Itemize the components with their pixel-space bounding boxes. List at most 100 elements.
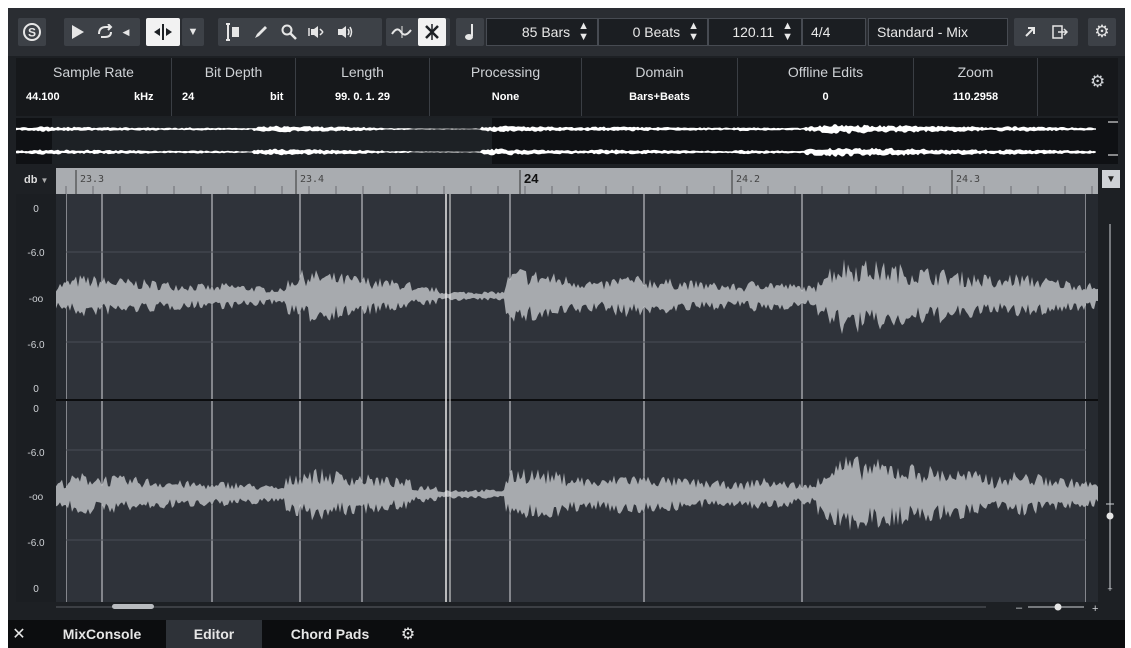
loop-icon [98,24,113,38]
ruler[interactable]: 23.3 23.4 24 24.2 24.3 [56,168,1098,194]
horizontal-zoom-handle[interactable] [1054,603,1062,611]
region-gap [1086,194,1098,602]
db-scale-label: db [24,174,38,186]
magnifier-icon [281,24,297,40]
grid-lines [56,194,1098,602]
info-label: Length [341,64,384,80]
preset-value: Standard - Mix [877,24,969,40]
info-value: 110.2958 [952,91,999,103]
tab-mixconsole[interactable]: MixConsole [38,620,166,648]
play-button[interactable] [66,18,90,46]
toolbar: S ◀ ▼ 85 Bars ▲ ▼ 0 Beats ▲ ▼ 120.11 ▲ ▼… [8,8,1125,56]
gear-icon: ⚙ [400,626,416,643]
zoom-out-icon[interactable]: – [1016,602,1023,614]
export-icon [1052,25,1068,39]
triangle-left-icon: ◀ [122,26,130,37]
tempo-field[interactable]: 120.11 ▲ ▼ [708,18,802,46]
db-label: 0 [33,404,39,415]
bars-value: 85 Bars [521,24,571,40]
auditioning-tool-button[interactable] [146,18,180,46]
zoom-tool[interactable] [276,18,302,46]
preset-field[interactable]: Standard - Mix [868,18,1008,46]
waveform-display[interactable] [56,164,1098,602]
bars-field[interactable]: 85 Bars ▲ ▼ [486,18,598,46]
db-label: -6.0 [27,340,45,351]
info-line: Sample Rate 44.100 kHz Bit Depth 24 bit … [16,58,1118,116]
info-cell-offline-edits[interactable]: Offline Edits 0 [738,58,914,116]
tempo-value: 120.11 [732,24,775,40]
db-scale: 0 -6.0 -oo -6.0 0 0 -6.0 -oo -6.0 0 [16,194,56,602]
arrow-up-right-icon [1025,27,1035,37]
overview-waveform [16,118,1118,164]
overview-visible-range[interactable] [52,118,492,164]
export-button[interactable] [1046,18,1074,46]
draw-tool[interactable] [248,18,274,46]
range-selection-tool[interactable] [220,18,246,46]
info-cell-length[interactable]: Length 99. 0. 1. 29 [296,58,430,116]
signature-field[interactable]: 4/4 [802,18,866,46]
lower-zone-tabs: ✕ MixConsole Editor Chord Pads ⚙ [8,620,1125,648]
snap-button[interactable] [418,18,446,46]
ruler-ticks [65,170,1093,194]
snap-zero-crossing-button[interactable] [388,18,416,46]
loop-options-arrow[interactable]: ◀ [120,18,132,46]
toolbar-settings-button[interactable]: ⚙ [1088,18,1116,46]
scrub-speaker-icon [308,26,324,38]
info-line-settings-icon[interactable]: ⚙ [1090,72,1105,92]
info-value: Bars+Beats [629,91,690,103]
info-cell-sample-rate[interactable]: Sample Rate 44.100 kHz [16,58,172,116]
spinner-icon[interactable]: ▲ ▼ [688,21,699,43]
tab-editor[interactable]: Editor [166,620,262,648]
db-label: 0 [33,584,39,595]
ruler-tick-label: 23.3 [80,174,105,185]
info-cell-bit-depth[interactable]: Bit Depth 24 bit [172,58,296,116]
solo-button[interactable]: S [18,18,46,46]
play-tool[interactable] [332,18,358,46]
close-lower-zone-button[interactable]: ✕ [8,620,30,648]
info-cell-zoom[interactable]: Zoom 110.2958 [914,58,1038,116]
info-label: Processing [470,64,541,80]
scroll-thumb[interactable] [112,604,154,609]
spinner-icon[interactable]: ▲ ▼ [578,21,589,43]
open-in-window-button[interactable] [1016,18,1044,46]
zoom-in-icon[interactable]: + [1092,603,1098,615]
ruler-tick-label: 24.3 [956,174,981,185]
db-label: -6.0 [27,448,45,459]
gear-icon: ⚙ [1094,22,1110,41]
info-value: 44.100 [26,91,60,103]
vertical-zoom-slider[interactable]: + [1100,194,1120,602]
info-value: 24 [182,91,195,103]
info-label: Offline Edits [787,64,864,80]
chevron-down-icon: ▼ [40,176,49,185]
region-gap [56,194,66,602]
close-icon: ✕ [12,626,26,643]
info-cell-domain[interactable]: Domain Bars+Beats [582,58,738,116]
lower-zone-settings-button[interactable]: ⚙ [394,620,422,648]
ruler-tick-label: 24.2 [736,174,761,185]
svg-text:+: + [1107,584,1112,594]
info-cell-processing[interactable]: Processing None [430,58,582,116]
info-label: Domain [635,64,684,80]
spinner-icon[interactable]: ▲ ▼ [782,21,793,43]
horizontal-scrollbar[interactable]: – + [56,602,1118,618]
db-label: 0 [33,384,39,395]
scrub-tool[interactable] [304,18,330,46]
speaker-icon [338,26,353,38]
ruler-tick-label: 23.4 [300,174,325,185]
db-scale-menu[interactable]: db ▼ [16,168,56,194]
beats-field[interactable]: 0 Beats ▲ ▼ [598,18,708,46]
range-split-icon [154,24,172,40]
vertical-zoom-handle[interactable] [1106,512,1114,520]
ruler-tick-label-bar: 24 [524,171,539,186]
musical-mode-button[interactable] [456,18,484,46]
pencil-icon [255,26,267,38]
ruler-menu-button[interactable]: ▼ [1102,170,1120,188]
overview-line[interactable] [16,118,1118,164]
loop-button[interactable] [92,18,118,46]
info-label: Sample Rate [53,64,134,80]
tab-chord-pads[interactable]: Chord Pads [270,620,390,648]
db-label: -6.0 [27,538,45,549]
db-label: -oo [28,294,44,305]
s-circle-icon: S [23,23,41,41]
tool-dropdown[interactable]: ▼ [182,18,204,46]
